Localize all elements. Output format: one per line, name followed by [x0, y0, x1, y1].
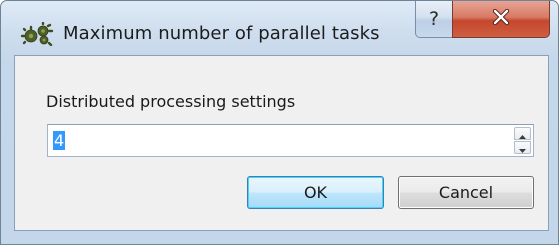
- ok-button-label: OK: [303, 183, 328, 202]
- spin-down-button[interactable]: [514, 141, 531, 154]
- close-button[interactable]: [452, 1, 550, 38]
- cancel-button[interactable]: Cancel: [398, 176, 534, 209]
- dialog-window: Maximum number of parallel tasks ? Distr…: [0, 0, 559, 245]
- parallel-tasks-value[interactable]: 4: [53, 131, 66, 150]
- settings-group-label: Distributed processing settings: [46, 92, 296, 111]
- window-title: Maximum number of parallel tasks: [63, 23, 380, 44]
- parallel-tasks-spinbox[interactable]: 4: [47, 124, 534, 157]
- question-mark-icon: ?: [428, 8, 440, 30]
- dialog-content: Distributed processing settings 4 OK Can…: [14, 55, 549, 231]
- cancel-button-label: Cancel: [438, 183, 494, 202]
- title-bar[interactable]: Maximum number of parallel tasks ?: [1, 1, 558, 55]
- ok-button[interactable]: OK: [247, 176, 384, 209]
- spin-down-arrow-icon: [519, 138, 526, 157]
- gear-cluster-icon: [20, 21, 55, 47]
- help-button[interactable]: ?: [415, 1, 453, 38]
- close-x-icon: [492, 8, 510, 29]
- spin-arrows: [514, 127, 531, 154]
